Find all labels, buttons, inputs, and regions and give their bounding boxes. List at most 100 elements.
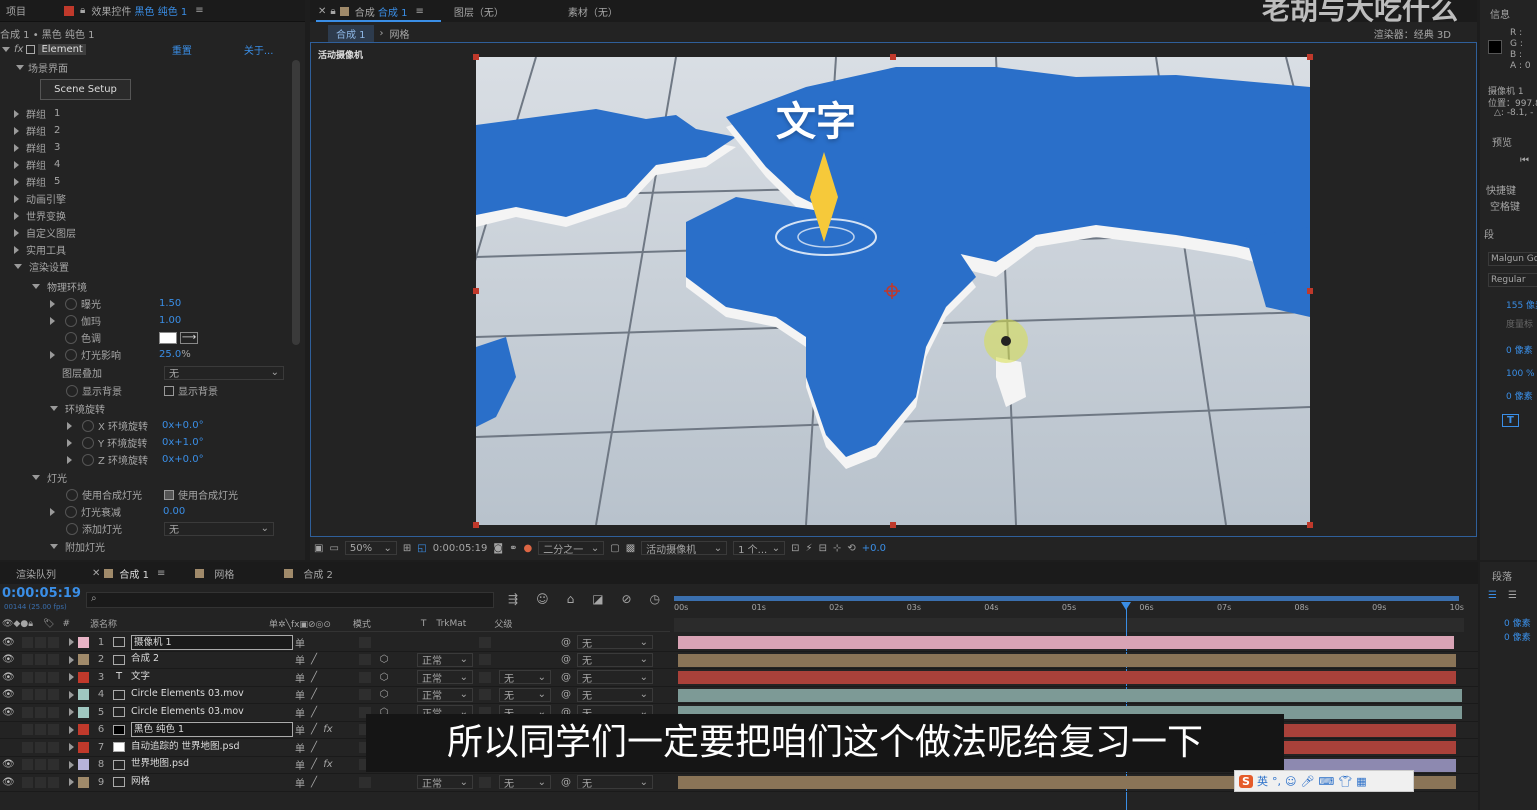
font-style-dropdown[interactable]: Regular [1488, 273, 1537, 287]
lock-toggle[interactable] [48, 776, 59, 788]
visibility-eye-icon[interactable]: 👁︎ [2, 672, 15, 683]
light-falloff-value[interactable]: 0.00 [163, 506, 185, 517]
motion-blur-icon[interactable]: ◪ [592, 592, 603, 606]
switch-quality-icon[interactable]: ╱ [307, 689, 321, 700]
audio-toggle[interactable] [22, 741, 33, 753]
lights-row[interactable]: 灯光 [32, 469, 67, 486]
audio-toggle[interactable] [22, 654, 33, 666]
preserve-transparency-box[interactable] [479, 654, 491, 666]
stopwatch-icon[interactable] [65, 314, 77, 327]
switch-box[interactable] [359, 776, 371, 788]
layer-name[interactable]: 网格 [131, 775, 293, 790]
chevron-right-icon[interactable] [69, 655, 74, 664]
solo-toggle[interactable] [35, 776, 46, 788]
draft-3d-icon[interactable]: ⇶ [508, 592, 518, 606]
align-left-icon[interactable]: ☰ [1488, 590, 1497, 601]
close-icon[interactable]: ✕ [92, 568, 100, 579]
punctuation-icon[interactable]: °, [1272, 775, 1281, 788]
scale-value[interactable]: 100 % [1506, 369, 1535, 379]
panel-menu-icon[interactable]: ≡ [415, 6, 423, 17]
switch-quality-icon[interactable]: ╱ [307, 654, 321, 665]
physical-env-row[interactable]: 物理环境 [32, 278, 87, 295]
switch-quality-icon[interactable]: ╱ [307, 724, 321, 735]
col-source[interactable]: 源名称 [90, 617, 117, 630]
layer-row[interactable]: 👁︎1摄像机 1单⌄⌄@无⌄ [0, 634, 1478, 652]
layer-row[interactable]: 👁︎ 4 Circle Elements 03.mov 单 ╱ ⬡ 正常 ⌄ 无 ⌄ @ 无 ⌄ [0, 687, 1478, 704]
search-input[interactable]: ⌕ [86, 592, 494, 608]
skip-back-icon[interactable]: ⏮︎ [1520, 155, 1529, 166]
font-dropdown[interactable]: Malgun Go [1488, 252, 1537, 266]
work-area-bar[interactable] [674, 596, 1459, 601]
effect-name[interactable]: Element [38, 43, 86, 55]
label-color-swatch[interactable] [78, 776, 89, 788]
frame-blend-icon[interactable]: ⌂ [567, 592, 575, 606]
stopwatch-icon[interactable] [65, 348, 77, 361]
show-bg-checkbox[interactable] [164, 385, 174, 396]
lock-toggle[interactable] [48, 636, 59, 648]
pickwhip-icon[interactable]: @ [559, 689, 573, 700]
preserve-transparency-box[interactable] [479, 671, 491, 683]
switch-box[interactable] [359, 636, 371, 648]
group-item[interactable]: 群组 4 [14, 156, 76, 173]
selection-handle[interactable] [890, 522, 896, 528]
selection-handle[interactable] [890, 54, 896, 60]
gamma-value[interactable]: 1.00 [159, 315, 181, 326]
grid-icon[interactable]: ⊞ [403, 543, 411, 554]
layer-row[interactable]: 👁︎ 2 合成 2单╱ ⬡ 正常 ⌄ ⌄ @ 无⌄ [0, 652, 1478, 669]
layer-overlay-dropdown[interactable]: 无 ⌄ [164, 365, 284, 380]
subtab-comp1[interactable]: 合成 1 [328, 24, 374, 42]
visibility-eye-icon[interactable]: 👁︎ [2, 637, 15, 648]
section-item[interactable]: 动画引擎 [14, 190, 76, 207]
3d-layer-icon[interactable]: ⬡ [377, 672, 391, 683]
reset-exposure-icon[interactable]: ⟲ [847, 543, 855, 554]
preserve-transparency-box[interactable] [479, 776, 491, 788]
switch-shy-icon[interactable]: 单 [293, 635, 307, 650]
stopwatch-icon[interactable] [65, 331, 77, 344]
solo-toggle[interactable] [35, 689, 46, 701]
col-parent[interactable]: 父级 [494, 617, 512, 630]
layer-duration-bar[interactable] [678, 653, 1456, 667]
tab-render-queue[interactable]: 渲染队列 [16, 566, 56, 581]
tab-comp2[interactable]: 合成 2 [303, 566, 333, 581]
lock-icon[interactable]: 🔒︎ [80, 5, 85, 16]
visibility-eye-icon[interactable]: 👁︎ [2, 654, 15, 665]
group-item[interactable]: 群组 5 [14, 173, 76, 190]
baseline-value[interactable]: 0 像素 [1506, 389, 1533, 402]
timecode[interactable]: 0:00:05:19 [2, 586, 81, 601]
lock-toggle[interactable] [48, 689, 59, 701]
eyedropper-icon[interactable]: ⟶ [180, 331, 198, 344]
tab-composition[interactable]: 合成 合成 1 [355, 4, 408, 19]
parent-dropdown[interactable]: 无⌄ [577, 652, 653, 667]
solo-toggle[interactable] [35, 759, 46, 771]
tab-project[interactable]: 项目 [0, 3, 60, 18]
3d-layer-icon[interactable]: ⬡ [377, 689, 391, 700]
monitor-icon[interactable]: ▭ [329, 543, 338, 554]
chevron-right-icon[interactable] [67, 421, 72, 430]
switch-quality-icon[interactable]: ╱ [307, 777, 321, 788]
switch-shy-icon[interactable]: 单 [293, 722, 307, 737]
tab-footage[interactable]: 素材（无） [568, 4, 618, 19]
layer-name[interactable]: Circle Elements 03.mov [131, 705, 293, 720]
leading-value[interactable]: 0 像素 [1506, 343, 1533, 356]
sogou-logo-icon[interactable]: S [1239, 774, 1253, 788]
show-snapshot-icon[interactable]: ⚭ [509, 543, 517, 554]
chevron-right-icon[interactable] [69, 743, 74, 752]
light-influence-value[interactable]: 25.0 [159, 349, 181, 360]
resolution-dropdown[interactable]: 二分之一 ⌄ [538, 541, 605, 556]
zoom-dropdown[interactable]: 50% ⌄ [344, 541, 397, 555]
pickwhip-icon[interactable]: @ [559, 777, 573, 788]
switch-shy-icon[interactable]: 单 [293, 687, 307, 702]
chevron-right-icon[interactable] [69, 690, 74, 699]
selection-handle[interactable] [473, 522, 479, 528]
parent-dropdown[interactable]: 无⌄ [577, 670, 653, 685]
mode-dropdown[interactable]: 正常 ⌄ [417, 670, 473, 685]
solo-toggle[interactable] [35, 636, 46, 648]
snapshot-icon[interactable]: ◙ [493, 543, 503, 554]
stopwatch-icon[interactable]: ◷ [650, 592, 660, 606]
stopwatch-icon[interactable] [65, 505, 77, 518]
switch-fx-icon[interactable]: fx [321, 724, 335, 735]
switch-quality-icon[interactable]: ╱ [307, 759, 321, 770]
lock-toggle[interactable] [48, 724, 59, 736]
kerning-value[interactable]: 度量标 [1506, 317, 1533, 330]
close-icon[interactable] [64, 5, 74, 16]
